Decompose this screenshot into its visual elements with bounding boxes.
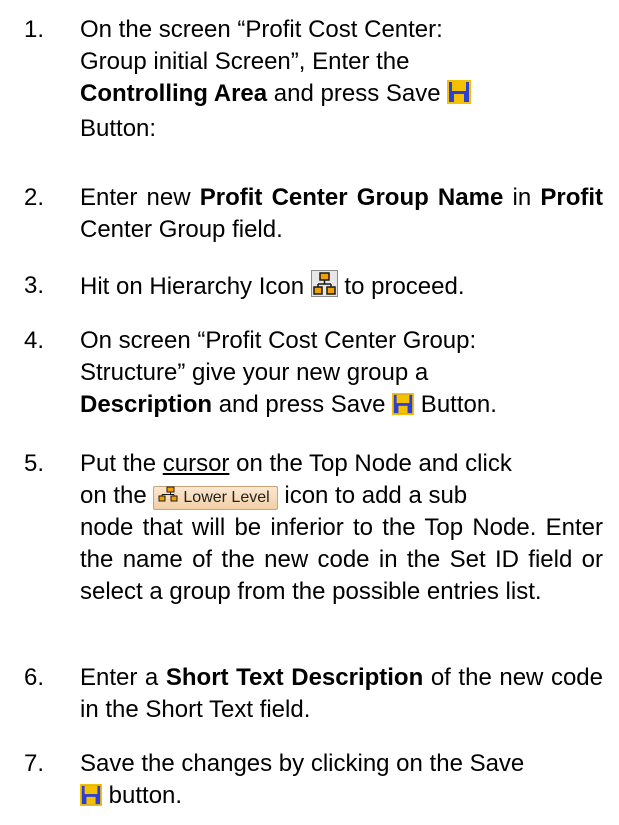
step-number: 4. xyxy=(24,327,45,354)
instruction-document: 1. On the screen “Profit Cost Center: Gro… xyxy=(0,0,619,825)
step-number: 3. xyxy=(24,272,45,299)
save-icon xyxy=(447,80,472,113)
step-number: 1. xyxy=(24,16,45,43)
save-icon xyxy=(80,783,102,815)
bold-term: Description xyxy=(80,391,213,418)
step-text: Put the cursor on the Top Node and click… xyxy=(80,450,603,605)
bold-term: Profit Center Group Name xyxy=(199,184,504,211)
step-number: 7. xyxy=(24,750,45,777)
lower-level-button[interactable]: Lower Level xyxy=(153,485,278,510)
step-text: On screen “Profit Cost Center Group: Stru… xyxy=(80,325,603,424)
bold-term: Profit xyxy=(540,184,604,211)
save-icon xyxy=(392,392,415,424)
step-text: Enter new Profit Center Group Name in Pr… xyxy=(80,184,604,243)
step-number: 5. xyxy=(24,450,45,477)
hierarchy-icon xyxy=(310,270,338,306)
step-number: 6. xyxy=(24,664,45,691)
step-text: On the screen “Profit Cost Center: Group … xyxy=(80,14,603,145)
bold-term: Short Text Description xyxy=(165,664,424,691)
lower-level-icon xyxy=(158,486,178,509)
bold-term: Controlling Area xyxy=(80,80,268,107)
step-text: Enter a Short Text Description of the ne… xyxy=(80,664,604,723)
step-text: Save the changes by clicking on the Save… xyxy=(80,748,603,815)
step-text: Hit on Hierarchy Icon to proceed. xyxy=(80,270,603,306)
underlined-word: cursor xyxy=(162,450,230,477)
step-number: 2. xyxy=(24,184,45,211)
lower-level-label: Lower Level xyxy=(183,488,270,506)
